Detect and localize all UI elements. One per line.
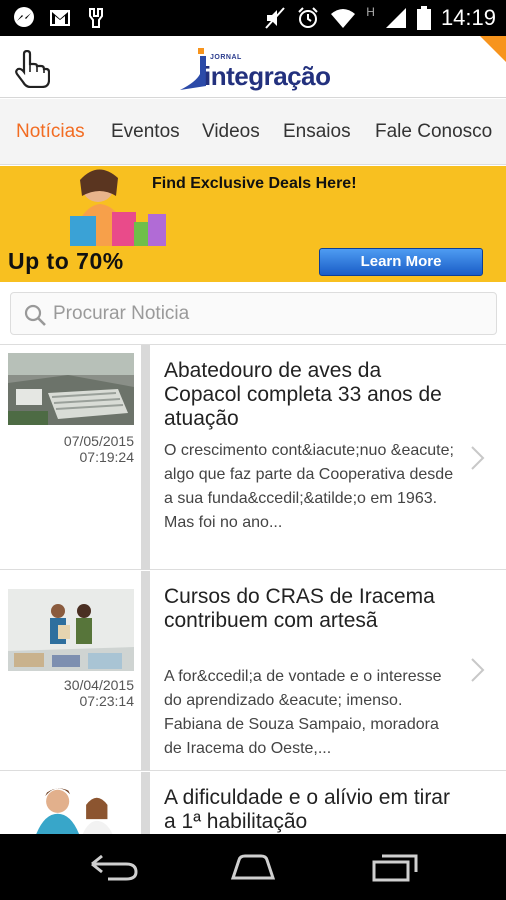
wifi-icon: [331, 9, 356, 28]
news-list: 07/05/2015 07:19:24 Abatedouro de aves d…: [0, 344, 506, 834]
search-input[interactable]: [53, 299, 483, 329]
menu-corner-indicator[interactable]: [480, 36, 506, 62]
notification-icons: [12, 6, 108, 30]
news-excerpt: O crescimento cont&iacute;nuo &eacute; a…: [164, 442, 454, 531]
tab-noticias[interactable]: Notícias: [16, 121, 85, 143]
news-item[interactable]: A dificuldade e o alívio em tirar a 1ª h…: [0, 772, 506, 834]
back-icon[interactable]: [88, 852, 140, 882]
ad-title: Find Exclusive Deals Here!: [152, 175, 357, 192]
mute-icon: [265, 7, 286, 29]
news-excerpt: A for&ccedil;a de vontade e o interesse …: [164, 668, 442, 757]
chevron-right-icon[interactable]: [470, 657, 486, 683]
ad-banner[interactable]: Find Exclusive Deals Here! Up to 70% Lea…: [0, 166, 506, 282]
battery-icon: [416, 6, 431, 30]
recents-icon[interactable]: [370, 852, 422, 882]
news-thumbnail-image: [8, 589, 134, 671]
logo-text: integração: [204, 61, 331, 91]
search-icon: [24, 304, 46, 326]
search-box[interactable]: [10, 292, 497, 335]
logo-small-text: JORNAL: [210, 54, 242, 61]
divider: [141, 571, 150, 771]
tab-ensaios[interactable]: Ensaios: [283, 121, 351, 143]
status-bar: H 14:19: [0, 0, 506, 36]
gmail-icon: [50, 10, 70, 26]
news-title[interactable]: Abatedouro de aves da Copacol completa 3…: [164, 359, 454, 431]
news-title[interactable]: Cursos do CRAS de Iracema contribuem com…: [164, 585, 454, 633]
hand-pointer-icon[interactable]: [14, 50, 50, 88]
system-nav-bar: [0, 834, 506, 900]
chevron-right-icon[interactable]: [470, 445, 486, 471]
messenger-icon: [14, 7, 34, 27]
tab-videos[interactable]: Videos: [202, 121, 260, 143]
ad-offer: Up to 70%: [8, 248, 124, 274]
news-date-text: 30/04/2015: [63, 677, 134, 693]
jornal-integracao-logo: JORNAL integração: [178, 46, 338, 94]
news-date: 30/04/2015 07:23:14: [64, 677, 134, 709]
tab-eventos[interactable]: Eventos: [111, 121, 180, 143]
alarm-icon: [298, 7, 318, 28]
tab-fale-conosco[interactable]: Fale Conosco: [375, 121, 492, 143]
network-type-label: H: [366, 5, 375, 19]
app-header: JORNAL integração: [0, 36, 506, 98]
news-thumbnail-image: [15, 780, 127, 834]
system-icons: H 14:19: [264, 5, 496, 31]
news-time-text: 07:23:14: [79, 693, 135, 709]
news-title[interactable]: A dificuldade e o alívio em tirar a 1ª h…: [164, 786, 454, 834]
news-item[interactable]: 07/05/2015 07:19:24 Abatedouro de aves d…: [0, 345, 506, 570]
home-icon[interactable]: [227, 852, 279, 882]
category-tabs: Notícias Eventos Videos Ensaios Fale Con…: [0, 99, 506, 165]
clock: 14:19: [440, 5, 496, 30]
news-item[interactable]: 30/04/2015 07:23:14 Cursos do CRAS de Ir…: [0, 571, 506, 771]
learn-more-button[interactable]: Learn More: [319, 248, 483, 276]
news-time-text: 07:19:24: [79, 449, 135, 465]
news-thumbnail-image: [8, 353, 134, 425]
news-date: 07/05/2015 07:19:24: [64, 433, 134, 465]
divider: [141, 772, 150, 834]
divider: [141, 345, 150, 570]
news-date-text: 07/05/2015: [63, 433, 134, 449]
signal-icon: [385, 8, 406, 28]
usb-debug-icon: [89, 8, 103, 28]
